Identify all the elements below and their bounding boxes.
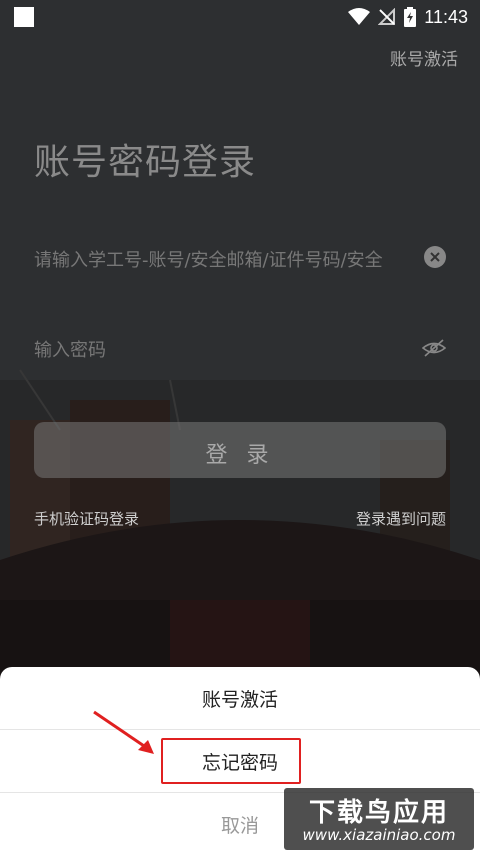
watermark-brand: 下载鸟应用	[308, 798, 449, 828]
watermark-url: www.xiazainiao.com	[302, 826, 456, 844]
login-button[interactable]: 登 录	[34, 422, 446, 478]
highlight-box	[161, 738, 301, 784]
status-bar: 11:43	[0, 0, 480, 34]
battery-charging-icon	[404, 7, 417, 27]
clock: 11:43	[424, 6, 468, 27]
watermark: 下载鸟应用 www.xiazainiao.com	[284, 788, 474, 850]
wifi-icon	[348, 8, 371, 25]
sms-login-link[interactable]: 手机验证码登录	[34, 508, 139, 529]
notification-icon	[14, 7, 34, 27]
login-help-link[interactable]: 登录遇到问题	[356, 508, 446, 529]
login-button-label: 登 录	[205, 443, 275, 468]
account-field[interactable]: 请输入学工号-账号/安全邮箱/证件号码/安全	[34, 236, 446, 280]
sheet-item-activate[interactable]: 账号激活	[0, 667, 480, 729]
red-arrow-icon	[93, 710, 154, 754]
sheet-item-label: 账号激活	[201, 689, 278, 711]
password-input[interactable]: 输入密码	[34, 336, 446, 362]
eye-hidden-icon[interactable]	[422, 338, 446, 358]
password-field[interactable]: 输入密码	[34, 326, 446, 370]
status-icons: 11:43	[348, 5, 468, 29]
page-title: 账号密码登录	[34, 142, 257, 183]
no-signal-icon	[378, 8, 396, 25]
activate-account-link[interactable]: 账号激活	[390, 45, 458, 70]
clear-icon[interactable]	[424, 246, 446, 268]
account-input[interactable]: 请输入学工号-账号/安全邮箱/证件号码/安全	[34, 246, 446, 272]
